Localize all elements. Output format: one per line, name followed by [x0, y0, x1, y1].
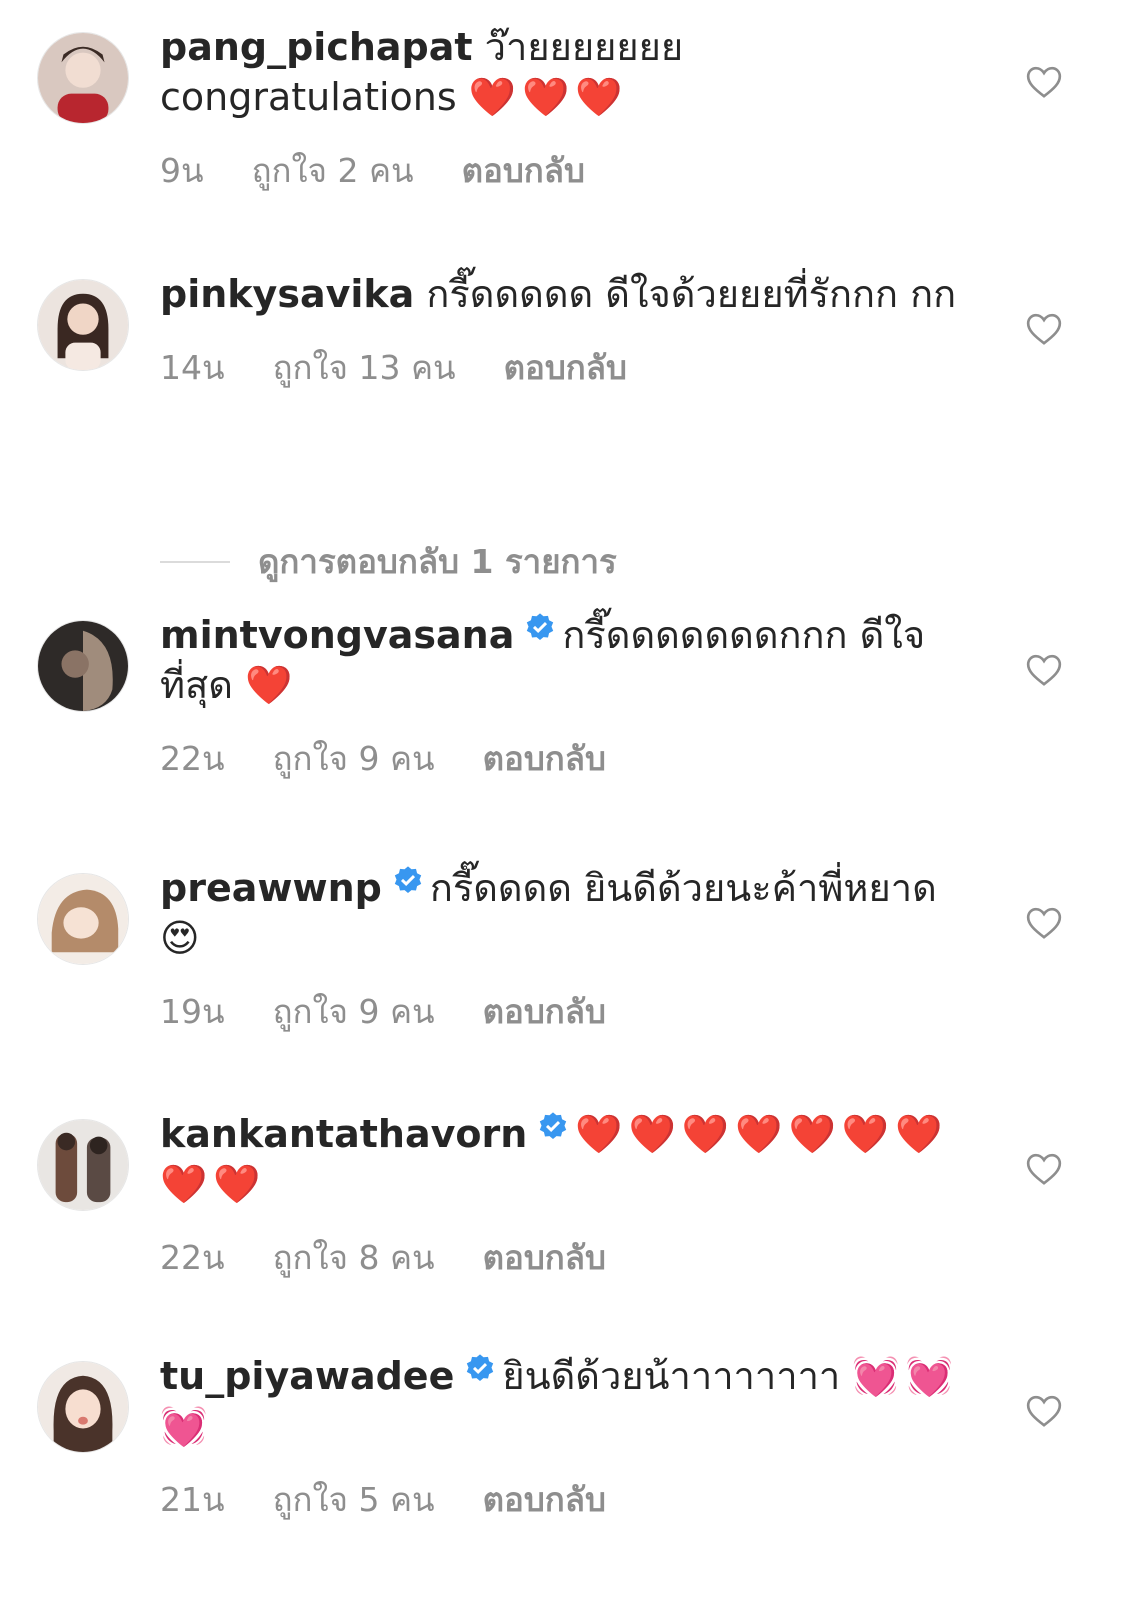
heart-outline-icon[interactable]	[1024, 1149, 1064, 1189]
reply-button[interactable]: ตอบกลับ	[483, 985, 606, 1038]
comment-emoji: 😍	[160, 916, 206, 960]
reply-button[interactable]: ตอบกลับ	[483, 1231, 606, 1284]
username[interactable]: pang_pichapat	[160, 25, 473, 69]
reply-button[interactable]: ตอบกลับ	[483, 732, 606, 785]
divider-line	[160, 560, 230, 563]
verified-badge-icon	[524, 612, 556, 644]
username[interactable]: mintvongvasana	[160, 613, 514, 657]
avatar[interactable]	[37, 279, 129, 371]
reply-button[interactable]: ตอบกลับ	[504, 341, 627, 394]
comment-time: 22น	[160, 739, 225, 778]
heart-outline-icon[interactable]	[1024, 650, 1064, 690]
avatar[interactable]	[37, 1361, 129, 1453]
avatar[interactable]	[37, 873, 129, 965]
view-replies-button[interactable]: ดูการตอบกลับ 1 รายการ	[160, 535, 617, 588]
likes-count[interactable]: ถูกใจ 2 คน	[252, 144, 414, 197]
comment-time: 21น	[160, 1480, 225, 1519]
likes-count[interactable]: ถูกใจ 5 คน	[273, 1473, 435, 1526]
username[interactable]: pinkysavika	[160, 272, 414, 316]
comment-time: 19น	[160, 992, 225, 1031]
likes-count[interactable]: ถูกใจ 9 คน	[273, 985, 435, 1038]
avatar[interactable]	[37, 620, 129, 712]
avatar[interactable]	[37, 1119, 129, 1211]
comment-text: กรี๊ดดดด ยินดีด้วยนะค้าพี่หยาด	[429, 866, 937, 910]
likes-count[interactable]: ถูกใจ 9 คน	[273, 732, 435, 785]
reply-button[interactable]: ตอบกลับ	[462, 144, 585, 197]
comment-time: 22น	[160, 1238, 225, 1277]
verified-badge-icon	[537, 1111, 569, 1143]
username[interactable]: preawwnp	[160, 866, 382, 910]
comment-emoji: ❤️❤️❤️	[468, 75, 629, 119]
heart-outline-icon[interactable]	[1024, 309, 1064, 349]
comment-emoji: ❤️	[245, 663, 299, 707]
username[interactable]: tu_piyawadee	[160, 1354, 454, 1398]
reply-button[interactable]: ตอบกลับ	[483, 1473, 606, 1526]
username[interactable]: kankantathavorn	[160, 1112, 527, 1156]
avatar[interactable]	[37, 32, 129, 124]
comment-text: ยินดีด้วยน้าาาาาาาา	[502, 1354, 841, 1398]
comment-time: 14น	[160, 348, 225, 387]
verified-badge-icon	[464, 1353, 496, 1385]
heart-outline-icon[interactable]	[1024, 62, 1064, 102]
comment-text: กรี๊ดดดดด ดีใจด้วยยยที่รักกก กก	[426, 272, 957, 316]
heart-outline-icon[interactable]	[1024, 1391, 1064, 1431]
verified-badge-icon	[392, 865, 424, 897]
heart-outline-icon[interactable]	[1024, 903, 1064, 943]
likes-count[interactable]: ถูกใจ 13 คน	[273, 341, 456, 394]
comment-time: 9น	[160, 151, 204, 190]
likes-count[interactable]: ถูกใจ 8 คน	[273, 1231, 435, 1284]
view-replies-label: ดูการตอบกลับ 1 รายการ	[258, 542, 617, 581]
